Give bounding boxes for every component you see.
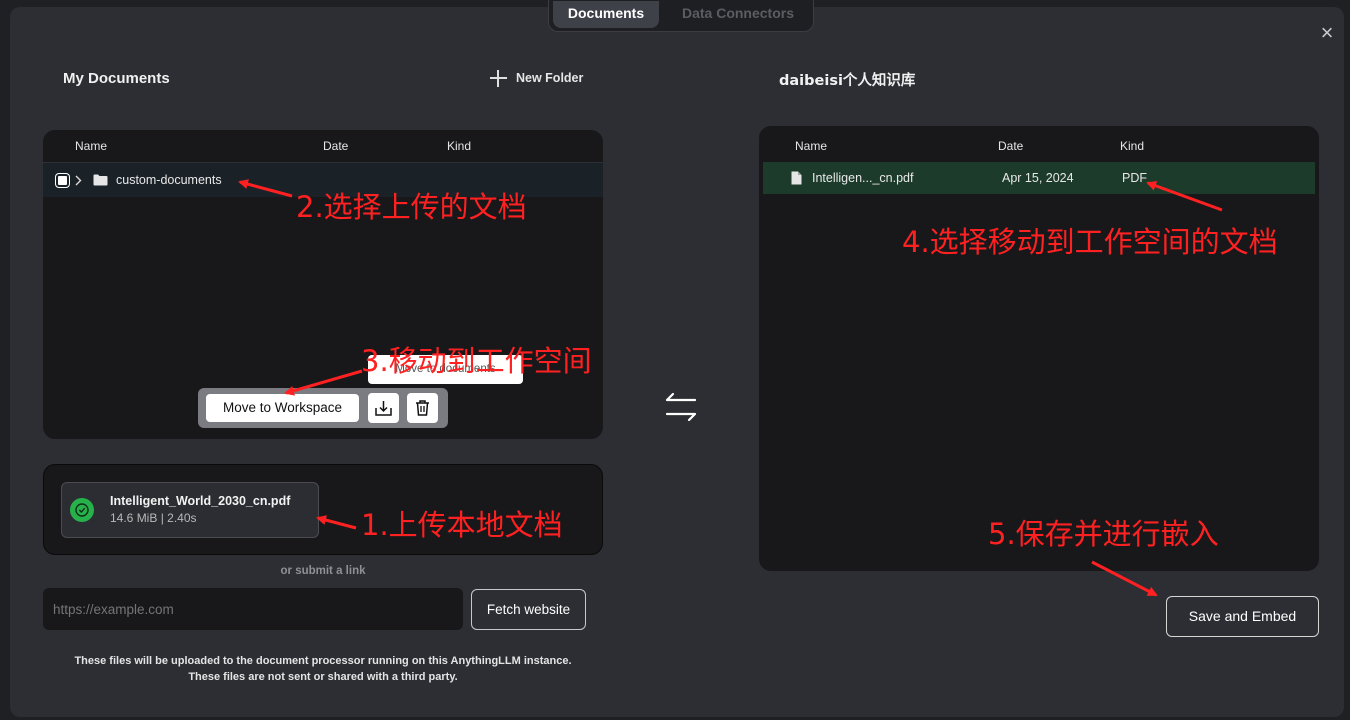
column-kind: Kind bbox=[447, 139, 472, 153]
url-input[interactable] bbox=[43, 588, 463, 630]
tab-bar: Documents Data Connectors bbox=[548, 0, 814, 32]
move-down-icon bbox=[375, 401, 392, 416]
column-name: Name bbox=[75, 139, 108, 153]
column-name: Name bbox=[795, 139, 828, 153]
workspace-doc-kind: PDF bbox=[1122, 171, 1147, 185]
folder-icon bbox=[93, 174, 108, 186]
column-kind: Kind bbox=[1120, 139, 1145, 153]
workspace-doc-date: Apr 15, 2024 bbox=[1002, 171, 1074, 185]
my-documents-panel: Name Date Kind custom-documents Move to … bbox=[43, 130, 603, 439]
delete-button[interactable] bbox=[407, 393, 438, 423]
uploaded-file-name: Intelligent_World_2030_cn.pdf bbox=[110, 494, 291, 508]
column-date: Date bbox=[323, 139, 349, 153]
file-icon bbox=[791, 171, 802, 185]
trash-icon bbox=[416, 400, 429, 416]
new-folder-button[interactable]: New Folder bbox=[490, 68, 583, 88]
workspace-title: daibeisi个人知识库 bbox=[779, 73, 916, 89]
move-to-workspace-button[interactable]: Move to Workspace bbox=[206, 394, 359, 422]
column-date: Date bbox=[998, 139, 1024, 153]
annotation-step-5: 5.保存并进行嵌入 bbox=[988, 517, 1219, 551]
workspace-doc-name: Intelligen..._cn.pdf bbox=[812, 171, 914, 185]
plus-icon bbox=[490, 69, 507, 87]
check-circle-icon bbox=[70, 498, 94, 522]
my-documents-title: My Documents bbox=[63, 70, 170, 87]
annotation-step-1: 1.上传本地文档 bbox=[361, 508, 563, 542]
fetch-website-button[interactable]: Fetch website bbox=[471, 589, 586, 630]
swap-arrows-icon bbox=[665, 392, 697, 422]
tab-data-connectors[interactable]: Data Connectors bbox=[667, 1, 809, 28]
workspace-panel: Name Date Kind Intelligen..._cn.pdf Apr … bbox=[759, 126, 1319, 571]
tab-documents[interactable]: Documents bbox=[553, 1, 659, 28]
upload-footnote-2: These files are not sent or shared with … bbox=[188, 671, 458, 683]
uploaded-file-card: Intelligent_World_2030_cn.pdf 14.6 MiB |… bbox=[61, 482, 319, 538]
chevron-right-icon[interactable] bbox=[75, 175, 82, 186]
uploaded-file-meta: 14.6 MiB | 2.40s bbox=[110, 511, 197, 525]
new-folder-label: New Folder bbox=[516, 71, 584, 85]
workspace-doc-row[interactable]: Intelligen..._cn.pdf Apr 15, 2024 PDF bbox=[763, 162, 1315, 194]
close-icon[interactable]: × bbox=[1318, 22, 1336, 44]
folder-checkbox[interactable] bbox=[56, 174, 69, 187]
upload-footnote-1: These files will be uploaded to the docu… bbox=[74, 655, 572, 667]
annotation-step-3: 3.移动到工作空间 bbox=[361, 344, 592, 378]
annotation-step-2: 2.选择上传的文档 bbox=[296, 190, 527, 224]
or-submit-link: or submit a link bbox=[280, 565, 366, 577]
save-and-embed-button[interactable]: Save and Embed bbox=[1166, 596, 1319, 637]
move-down-button[interactable] bbox=[368, 393, 399, 423]
annotation-step-4: 4.选择移动到工作空间的文档 bbox=[902, 225, 1278, 259]
action-bar: Move to Workspace bbox=[198, 388, 448, 428]
folder-name: custom-documents bbox=[116, 173, 222, 187]
